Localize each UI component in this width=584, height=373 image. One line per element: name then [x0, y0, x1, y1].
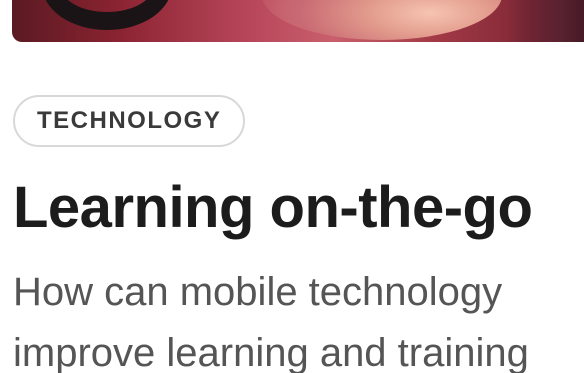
description-line-1: How can mobile technology [13, 270, 503, 314]
category-tag[interactable]: TECHNOLOGY [13, 95, 246, 147]
article-description: How can mobile technology improve learni… [13, 262, 583, 373]
headphone-shape [42, 0, 172, 30]
article-title[interactable]: Learning on-the-go [13, 172, 533, 244]
hero-image[interactable] [12, 0, 584, 42]
description-line-2: improve learning and training [13, 331, 529, 373]
article-card[interactable]: TECHNOLOGY Learning on-the-go How can mo… [0, 0, 584, 373]
face-shape [262, 0, 502, 40]
hair-shape [506, 0, 584, 42]
